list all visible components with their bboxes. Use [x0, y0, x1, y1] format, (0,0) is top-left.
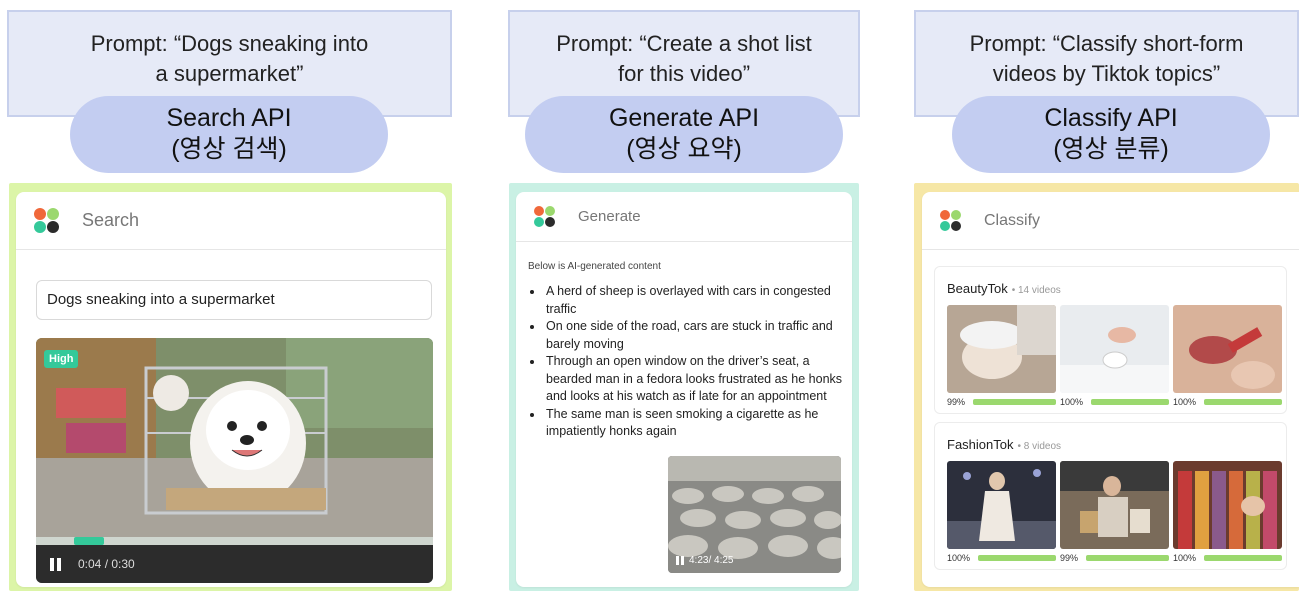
clothing-rack-image: [1173, 461, 1282, 549]
category-name: FashionTok: [947, 437, 1014, 452]
shot-list: A herd of sheep is overlayed with cars i…: [544, 283, 844, 441]
score-row: 99%: [1060, 551, 1169, 565]
app-logo-icon: [940, 209, 962, 232]
relevance-badge: High: [44, 350, 79, 368]
score-label: 100%: [947, 553, 971, 563]
card-title: Generate: [578, 208, 641, 225]
search-card: Search Dogs sneaking into a supermarket: [16, 192, 446, 587]
video-thumbnail[interactable]: [1060, 305, 1169, 393]
lipstick-image: [1173, 305, 1282, 393]
api-label-classify: Classify API (영상 분류): [952, 96, 1270, 173]
search-panel: Search Dogs sneaking into a supermarket: [9, 183, 452, 591]
api-korean-name: (영상 요약): [626, 135, 742, 163]
score-bar: [1086, 555, 1169, 561]
api-korean-name: (영상 분류): [1053, 135, 1169, 163]
api-name: Classify API: [1044, 104, 1178, 132]
score-bar: [1204, 555, 1282, 561]
score-bar: [1091, 399, 1169, 405]
video-thumbnail[interactable]: [1173, 461, 1282, 549]
score-row: 100%: [1060, 395, 1169, 409]
video-player[interactable]: High 0:04 / 0:30: [36, 338, 433, 583]
ai-content-note: Below is AI-generated content: [528, 261, 661, 272]
api-name: Search API: [166, 104, 292, 132]
pause-icon[interactable]: [676, 556, 684, 565]
category-title: BeautyTok • 14 videos: [947, 281, 1061, 296]
list-item: The same man is seen smoking a cigarette…: [544, 406, 844, 441]
shopping-image: [1060, 461, 1169, 549]
category-name: BeautyTok: [947, 281, 1008, 296]
score-label: 100%: [1173, 397, 1197, 407]
category-count: • 14 videos: [1011, 285, 1061, 296]
video-time: 4:23/ 4:25: [676, 555, 733, 566]
search-input[interactable]: Dogs sneaking into a supermarket: [36, 280, 432, 320]
score-bar: [1204, 399, 1282, 405]
classify-card: Classify BeautyTok • 14 videos 99% 100% 1…: [922, 192, 1299, 587]
video-thumbnail[interactable]: [947, 305, 1056, 393]
category-group-fashiontok[interactable]: FashionTok • 8 videos 100% 99% 100%: [934, 422, 1287, 570]
api-label-search: Search API (영상 검색): [70, 96, 388, 173]
card-header: Search: [16, 192, 446, 250]
score-label: 100%: [1173, 553, 1197, 563]
generate-panel: Generate Below is AI-generated content A…: [509, 183, 859, 591]
video-thumbnail[interactable]: [1060, 461, 1169, 549]
video-time-label: 4:23/ 4:25: [689, 555, 734, 566]
score-label: 99%: [1060, 553, 1079, 563]
generate-card: Generate Below is AI-generated content A…: [516, 192, 852, 587]
score-row: 100%: [1173, 551, 1282, 565]
api-name: Generate API: [608, 104, 760, 132]
category-group-beautytok[interactable]: BeautyTok • 14 videos 99% 100% 100%: [934, 266, 1287, 414]
card-title: Search: [82, 210, 140, 230]
list-item: A herd of sheep is overlayed with cars i…: [544, 283, 844, 318]
video-controls: 0:04 / 0:30: [36, 545, 433, 583]
video-thumbnail[interactable]: [947, 461, 1056, 549]
score-bar: [973, 399, 1056, 405]
score-row: 100%: [947, 551, 1056, 565]
video-progress-handle[interactable]: [74, 537, 104, 545]
score-row: 100%: [1173, 395, 1282, 409]
app-logo-icon: [534, 205, 556, 228]
card-title: Classify: [984, 211, 1041, 229]
runway-image: [947, 461, 1056, 549]
pause-icon[interactable]: [50, 557, 62, 571]
app-logo-icon: [34, 207, 60, 234]
classify-panel: Classify BeautyTok • 14 videos 99% 100% 1…: [914, 183, 1299, 591]
score-bar: [978, 555, 1056, 561]
video-thumbnail[interactable]: [1173, 305, 1282, 393]
score-label: 99%: [947, 397, 966, 407]
facial-treatment-image: [947, 305, 1056, 393]
score-label: 100%: [1060, 397, 1084, 407]
video-time: 0:04 / 0:30: [78, 557, 135, 571]
score-row: 99%: [947, 395, 1056, 409]
category-title: FashionTok • 8 videos: [947, 437, 1061, 452]
card-header: Classify: [922, 192, 1299, 250]
card-header: Generate: [516, 192, 852, 242]
api-korean-name: (영상 검색): [171, 135, 287, 163]
video-player[interactable]: 4:23/ 4:25: [668, 456, 841, 573]
category-count: • 8 videos: [1017, 441, 1062, 452]
skincare-image: [1060, 305, 1169, 393]
list-item: Through an open window on the driver’s s…: [544, 353, 844, 406]
api-label-generate: Generate API (영상 요약): [525, 96, 843, 173]
list-item: On one side of the road, cars are stuck …: [544, 318, 844, 353]
